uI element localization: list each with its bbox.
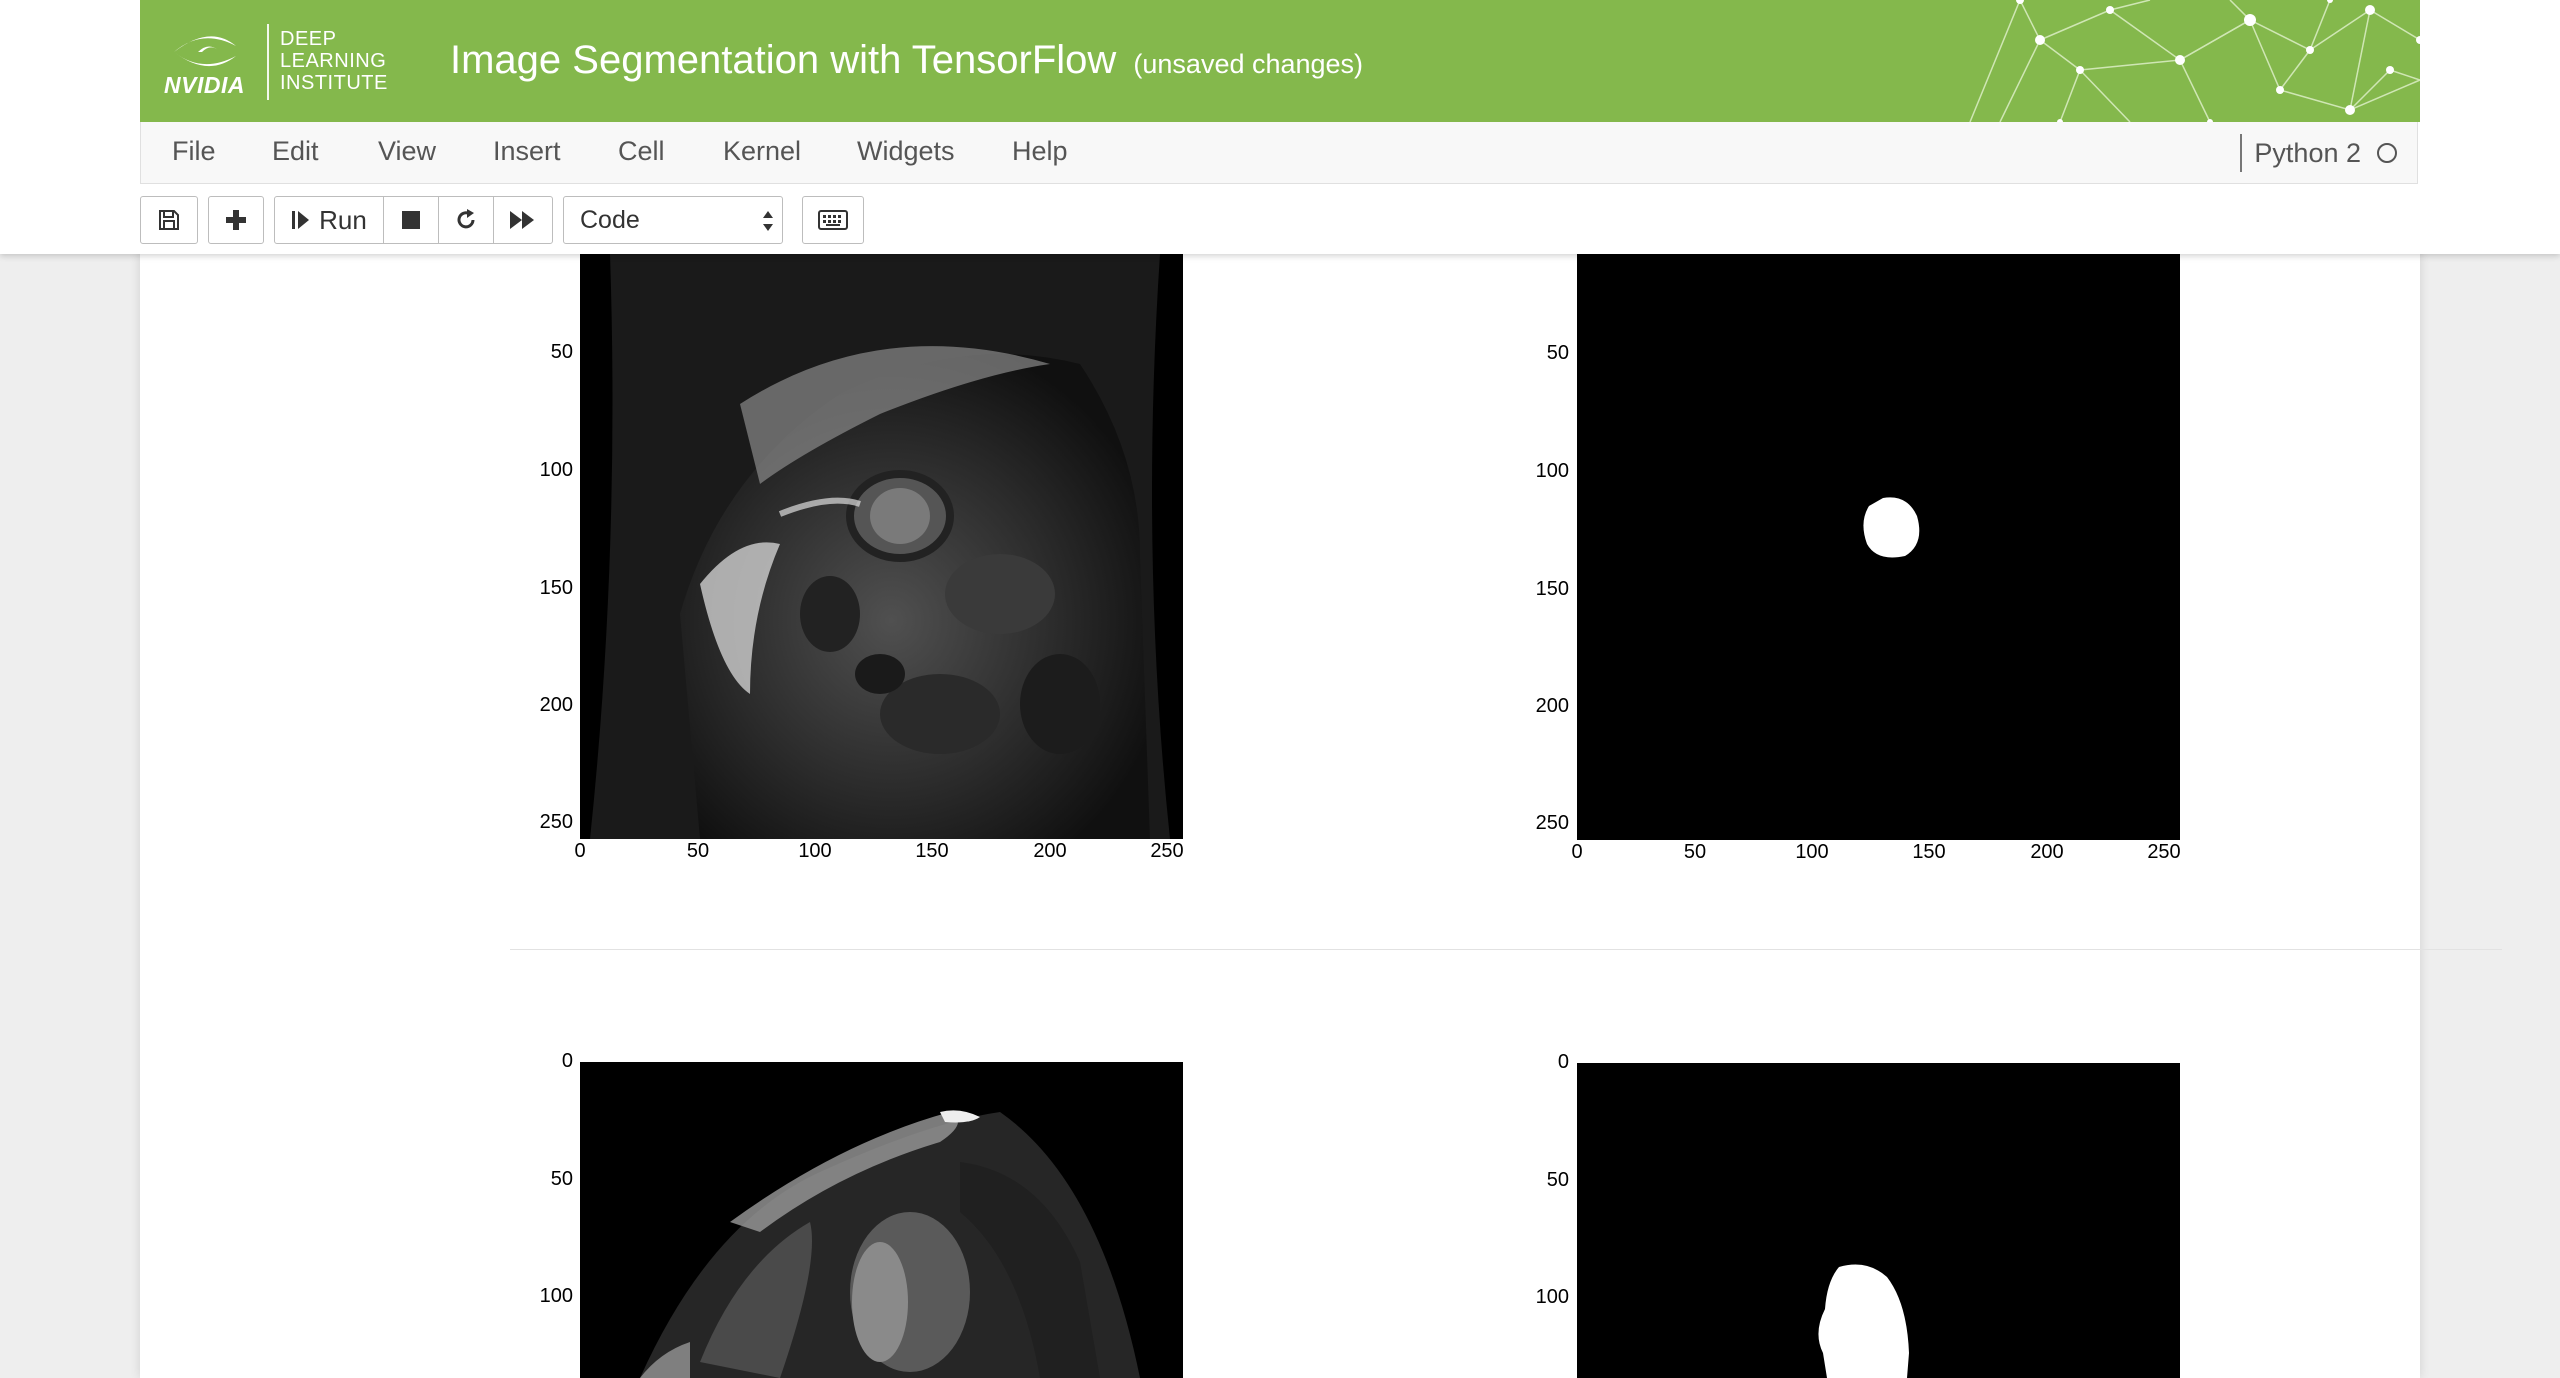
menu-bar: File Edit View Insert Cell Kernel Widget… xyxy=(140,122,2418,184)
save-status: (unsaved changes) xyxy=(1133,49,1364,79)
step-forward-icon xyxy=(292,211,310,229)
menu-view[interactable]: View xyxy=(378,136,436,167)
ytick-label: 200 xyxy=(539,694,573,716)
dli-line: DEEP xyxy=(280,28,337,50)
ytick-label: 250 xyxy=(1535,812,1569,834)
dli-line: LEARNING xyxy=(280,50,387,72)
xtick-label: 150 xyxy=(1912,841,1946,863)
ytick-label: 250 xyxy=(539,811,573,833)
refresh-icon xyxy=(457,209,475,229)
mask-image xyxy=(1577,1063,2180,1378)
ytick-label: 50 xyxy=(1546,342,1569,364)
notebook-header-area: NVIDIA DEEP LEARNING INSTITUTE Image Seg… xyxy=(0,0,2560,254)
menu-widgets[interactable]: Widgets xyxy=(857,136,955,167)
menu-cell[interactable]: Cell xyxy=(618,136,665,167)
xtick-label: 0 xyxy=(1571,841,1583,863)
xtick-label: 100 xyxy=(798,840,832,862)
restart-run-all-button[interactable] xyxy=(493,196,553,244)
notebook-title[interactable]: Image Segmentation with TensorFlow (unsa… xyxy=(450,38,1363,83)
xtick-label: 250 xyxy=(1150,840,1184,862)
menu-help[interactable]: Help xyxy=(1012,136,1068,167)
select-arrows-icon xyxy=(763,211,773,231)
xtick-label: 50 xyxy=(1683,841,1707,863)
xtick-label: 0 xyxy=(574,840,586,862)
ytick-label: 100 xyxy=(539,1285,573,1307)
run-label: Run xyxy=(319,204,367,235)
ytick-label: 50 xyxy=(1546,1169,1569,1191)
ytick-label: 50 xyxy=(550,341,573,363)
stop-icon xyxy=(402,211,420,229)
menu-file[interactable]: File xyxy=(172,136,216,167)
kernel-idle-icon xyxy=(2377,143,2397,163)
ytick-label: 100 xyxy=(539,459,573,481)
keyboard-icon xyxy=(818,210,848,230)
notebook-name[interactable]: Image Segmentation with TensorFlow xyxy=(450,38,1116,82)
restart-button[interactable] xyxy=(438,196,494,244)
header-banner: NVIDIA DEEP LEARNING INSTITUTE Image Seg… xyxy=(140,0,2420,122)
menu-kernel[interactable]: Kernel xyxy=(723,136,801,167)
xtick-label: 50 xyxy=(686,840,710,862)
kernel-separator xyxy=(2240,134,2243,172)
run-button[interactable]: Run xyxy=(274,196,384,244)
kernel-name[interactable]: Python 2 xyxy=(2254,138,2361,169)
save-icon xyxy=(159,210,179,230)
network-graphic xyxy=(1969,0,2420,122)
mri-image xyxy=(580,254,1183,839)
dli-wordmark: DEEP LEARNING INSTITUTE xyxy=(280,28,388,94)
mri-image xyxy=(580,1062,1183,1378)
menu-insert[interactable]: Insert xyxy=(493,136,561,167)
fast-forward-icon xyxy=(510,211,534,229)
logo-divider xyxy=(267,24,269,100)
ytick-label: 200 xyxy=(1535,695,1569,717)
xtick-label: 250 xyxy=(2147,841,2181,863)
dli-line: INSTITUTE xyxy=(280,72,388,94)
nvidia-wordmark: NVIDIA xyxy=(164,72,245,98)
insert-cell-button[interactable] xyxy=(208,196,264,244)
cell-type-value: Code xyxy=(580,205,640,234)
nvidia-eye-icon xyxy=(174,36,236,67)
mask-image xyxy=(1577,254,2180,840)
ytick-label: 100 xyxy=(1535,460,1569,482)
interrupt-button[interactable] xyxy=(383,196,439,244)
ytick-label: 50 xyxy=(550,1168,573,1190)
ytick-label: 0 xyxy=(561,1050,573,1072)
save-button[interactable] xyxy=(140,196,198,244)
cell-divider xyxy=(510,949,2502,950)
xtick-label: 150 xyxy=(915,840,949,862)
ytick-label: 0 xyxy=(1557,1051,1569,1073)
ytick-label: 150 xyxy=(539,577,573,599)
xtick-label: 200 xyxy=(1033,840,1067,862)
cell-type-select[interactable]: Code xyxy=(563,196,783,244)
command-palette-button[interactable] xyxy=(802,196,864,244)
menu-edit[interactable]: Edit xyxy=(272,136,319,167)
plus-icon xyxy=(226,210,246,230)
xtick-label: 200 xyxy=(2030,841,2064,863)
ytick-label: 150 xyxy=(1535,578,1569,600)
xtick-label: 100 xyxy=(1795,841,1829,863)
kernel-status: Python 2 xyxy=(2240,134,2397,172)
ytick-label: 100 xyxy=(1535,1286,1569,1308)
